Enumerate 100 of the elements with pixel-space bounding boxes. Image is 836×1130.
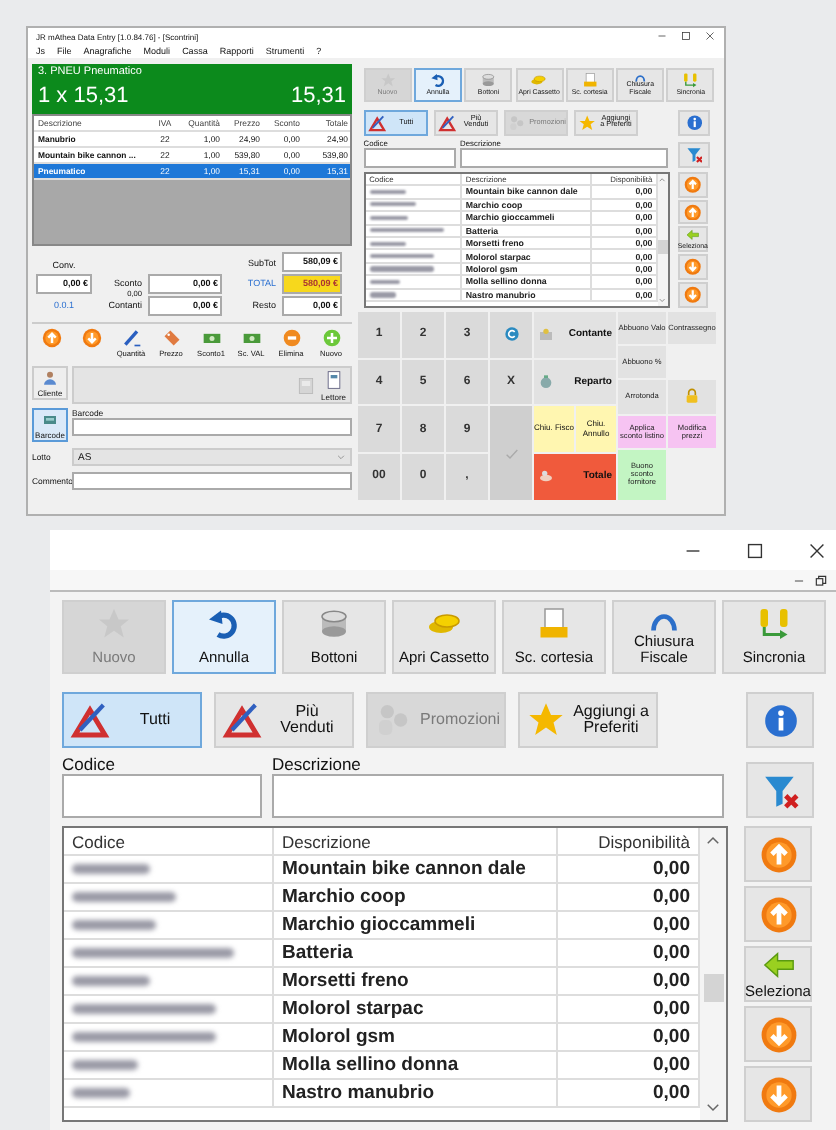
scanner-icon[interactable] (295, 375, 316, 395)
caret-icon (336, 452, 346, 462)
arrow-up-button[interactable] (744, 826, 812, 882)
arrow-up-icon (684, 203, 702, 221)
maximize-icon[interactable] (680, 30, 692, 42)
arrow-up-button[interactable] (744, 886, 812, 942)
table-cell: Batteria (274, 940, 558, 966)
info-button[interactable] (678, 109, 710, 136)
star-icon (526, 700, 566, 740)
plus-icon (321, 328, 341, 348)
table-cell: Molla sellino donna (274, 1052, 558, 1078)
comment-field[interactable] (72, 472, 352, 490)
people-icon (508, 113, 527, 132)
sync-icon (682, 71, 700, 88)
line-amount: 15,31 (290, 82, 346, 110)
table-cell: Nastro manubrio (274, 1080, 558, 1106)
coin-stack-icon (480, 71, 497, 88)
restore-icon[interactable] (814, 573, 828, 587)
filter-button[interactable]: Tutti (62, 692, 202, 748)
device-icon (40, 412, 60, 428)
check-icon (503, 445, 519, 461)
undo-icon (206, 606, 242, 642)
blurred-code (369, 189, 406, 195)
triangle-pencil-icon (222, 700, 262, 740)
blurred-code (369, 228, 444, 233)
code-field[interactable] (363, 147, 456, 168)
code-field[interactable] (62, 774, 262, 818)
scroll-thumb[interactable] (658, 240, 668, 254)
arrow-down-button[interactable] (677, 254, 709, 280)
arrow-down-icon (81, 328, 101, 348)
arrow-down-icon (759, 1015, 797, 1053)
blurred-code (369, 292, 396, 298)
close-icon[interactable] (806, 539, 828, 561)
filter-clear-icon (761, 771, 799, 809)
filter-clear-icon (685, 146, 703, 164)
blurred-code (369, 202, 417, 207)
stop-icon (281, 328, 301, 348)
refresh-button[interactable] (490, 311, 532, 357)
scrollbar[interactable] (700, 828, 726, 1120)
table-cell: Marchio gioccammeli (274, 912, 558, 938)
arrow-down-button[interactable] (677, 281, 709, 308)
filter-button[interactable]: Aggiungi a Preferiti (518, 692, 658, 748)
table-cell: Molorol gsm (274, 1024, 558, 1050)
cash-icon (538, 326, 554, 343)
arrow-down-icon (684, 258, 702, 276)
scroll-thumb[interactable] (703, 974, 723, 1002)
arrow-left-icon (684, 228, 702, 243)
tag-icon (161, 328, 181, 348)
blurred-code (369, 215, 408, 220)
description-field[interactable] (272, 774, 724, 818)
blurred-code (72, 1032, 215, 1042)
barcode-field[interactable] (72, 418, 352, 436)
blurred-code (72, 920, 156, 930)
lock-icon (684, 388, 700, 405)
scroll-down-icon[interactable] (704, 1098, 722, 1116)
minimize-icon[interactable] (656, 30, 668, 42)
triangle-pencil-icon (368, 113, 387, 132)
arrow-up-button[interactable] (677, 171, 709, 198)
person-icon (40, 370, 60, 386)
document-icon (323, 370, 344, 390)
arrow-up-button[interactable] (677, 199, 709, 225)
description-label: Descrizione (272, 754, 363, 774)
blurred-code (72, 1004, 215, 1014)
table-cell: Marchio coop (274, 884, 558, 910)
arrow-up-icon (684, 175, 702, 194)
clear-filter-button[interactable] (746, 762, 814, 818)
quantity-price: 1 x 15,31 (38, 82, 129, 110)
arrow-up-icon (759, 835, 797, 873)
clear-filter-button[interactable] (678, 142, 710, 168)
info-icon (685, 114, 703, 132)
pen-icon (121, 328, 141, 348)
column-header: Codice (64, 828, 274, 854)
star-icon (577, 113, 597, 132)
scrollbar[interactable] (658, 173, 668, 306)
banknote-icon (201, 328, 221, 348)
description-field[interactable] (460, 147, 668, 168)
arrow-down-button[interactable] (744, 1066, 812, 1122)
close-icon[interactable] (704, 30, 716, 42)
blurred-code (369, 253, 435, 259)
arrow-down-button[interactable] (744, 1006, 812, 1062)
blurred-code (72, 1088, 130, 1098)
table-cell: Morsetti freno (274, 968, 558, 994)
banknote-icon (241, 328, 261, 348)
scroll-up-icon[interactable] (704, 832, 722, 850)
triangle-pencil-icon (70, 700, 110, 740)
coins-icon (530, 71, 548, 88)
undo-icon (429, 71, 447, 88)
sync-icon (756, 606, 792, 642)
table-cell: Molorol starpac (274, 996, 558, 1022)
info-icon (761, 701, 799, 739)
info-button[interactable] (746, 692, 814, 748)
filter-button[interactable]: Più Venduti (214, 692, 354, 748)
blurred-code (72, 892, 176, 902)
triangle-pencil-icon (438, 113, 457, 132)
bag-icon (538, 373, 554, 390)
maximize-icon[interactable] (744, 539, 766, 561)
blurred-code (369, 266, 435, 272)
receipt-icon (581, 71, 598, 88)
refresh-icon (503, 326, 519, 343)
blurred-code (369, 241, 406, 246)
